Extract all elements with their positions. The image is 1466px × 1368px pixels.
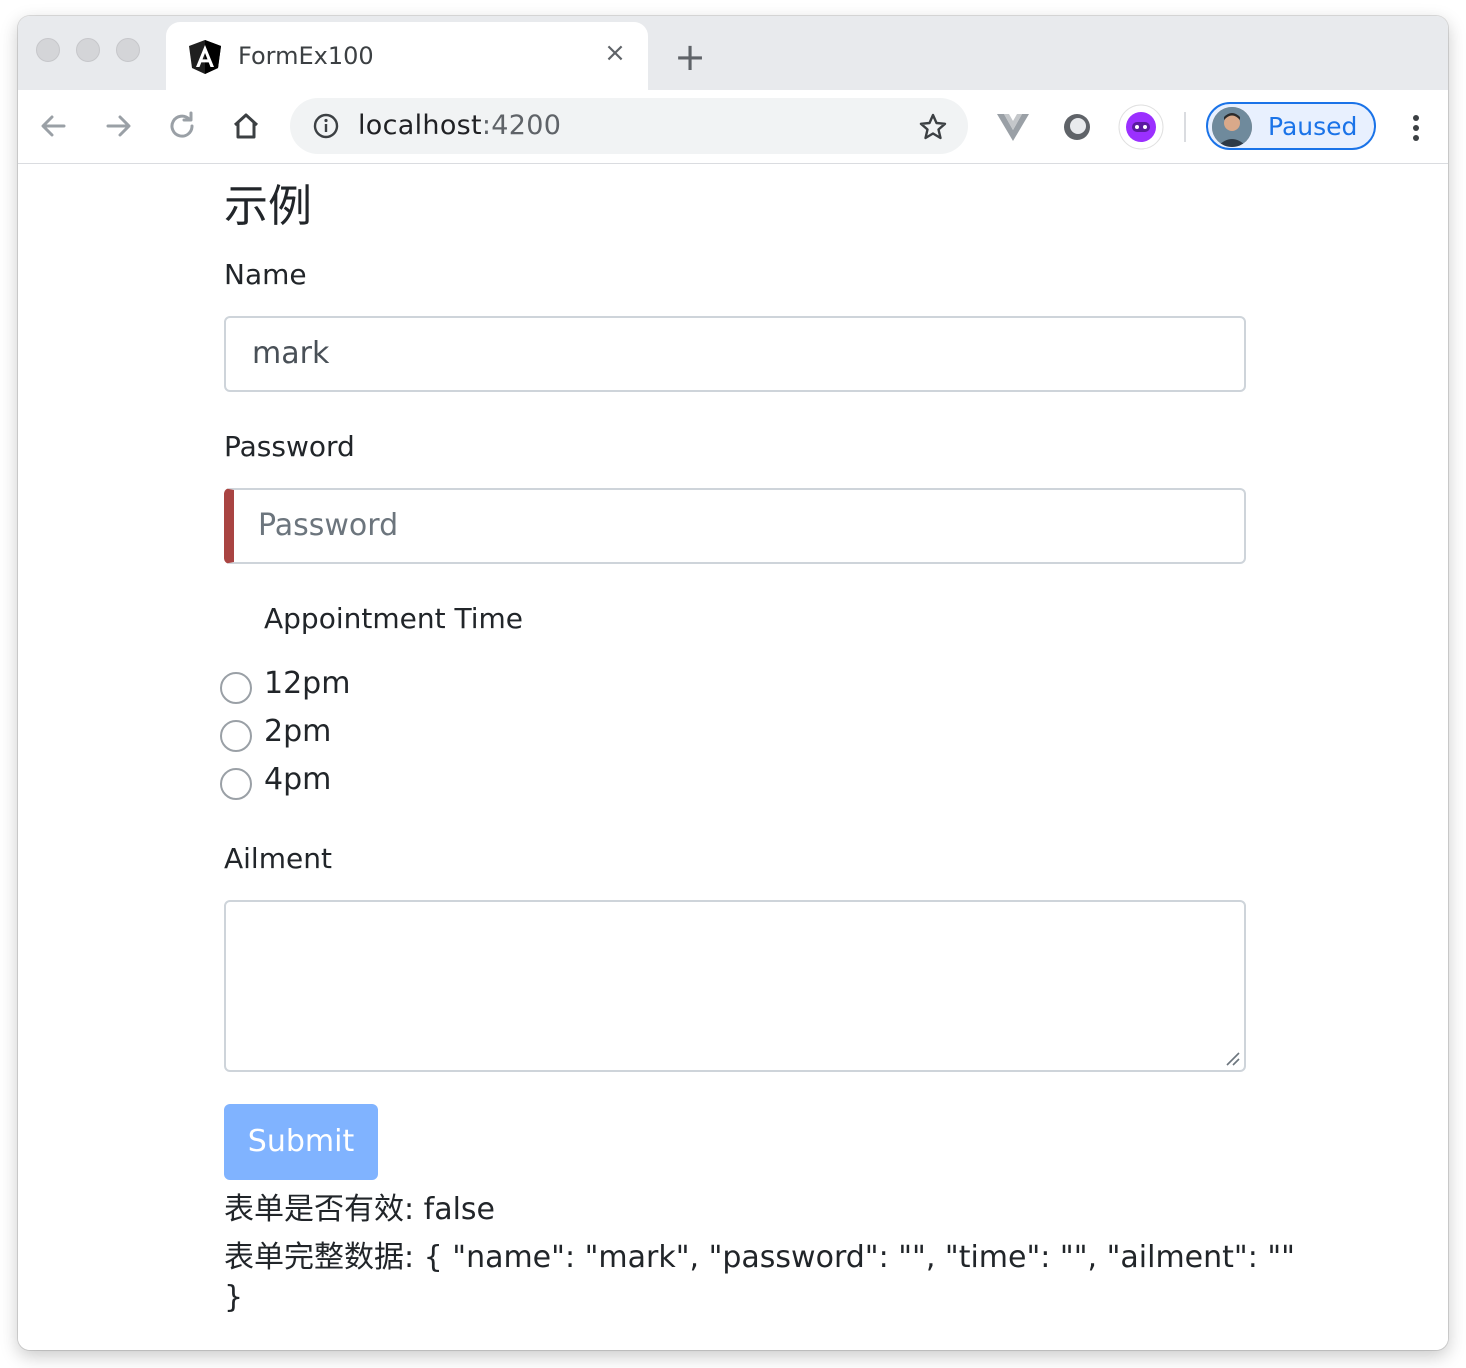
ailment-textarea[interactable] — [224, 900, 1246, 1072]
tab-formex100[interactable]: FormEx100 × — [166, 22, 648, 92]
address-bar[interactable]: localhost:4200 — [290, 98, 968, 154]
password-placeholder: Password — [258, 508, 399, 543]
form-data-json-closing: } — [224, 1280, 244, 1315]
browser-toolbar: localhost:4200 Paused — [18, 90, 1448, 164]
bookmark-star-icon[interactable] — [918, 112, 948, 142]
new-tab-button[interactable]: + — [670, 38, 710, 78]
submit-button[interactable]: Submit — [224, 1104, 378, 1180]
tab-strip: FormEx100 × + — [18, 16, 1448, 92]
form-valid-status: 表单是否有效: false — [224, 1192, 496, 1227]
forward-arrow-icon[interactable] — [98, 106, 138, 146]
form-data-json: 表单完整数据: { "name": "mark", "password": ""… — [224, 1240, 1295, 1275]
ailment-label: Ailment — [224, 842, 332, 875]
toolbar-divider — [1184, 112, 1186, 142]
radio-button[interactable] — [220, 672, 252, 704]
tab-title: FormEx100 — [238, 42, 374, 70]
vue-devtools-extension-icon[interactable] — [994, 108, 1032, 146]
back-arrow-icon[interactable] — [34, 106, 74, 146]
window-close-dot[interactable] — [36, 38, 60, 62]
password-label: Password — [224, 430, 355, 463]
name-input-value: mark — [252, 336, 330, 371]
purple-robot-extension-icon[interactable] — [1118, 104, 1164, 150]
home-icon[interactable] — [226, 106, 266, 146]
password-input[interactable]: Password — [224, 488, 1246, 564]
page-title: 示例 — [224, 181, 312, 232]
name-label: Name — [224, 258, 307, 291]
profile-status-label: Paused — [1268, 112, 1358, 141]
person-avatar-icon — [1212, 107, 1252, 147]
browser-window: FormEx100 × + localhost:4200 Paused 示例 N… — [18, 16, 1448, 1350]
info-icon[interactable] — [312, 112, 340, 140]
page-viewport: 示例 Name mark Password Password Appointme… — [18, 164, 1448, 1350]
radio-label: 2pm — [264, 714, 332, 749]
window-minimize-dot[interactable] — [76, 38, 100, 62]
name-input[interactable]: mark — [224, 316, 1246, 392]
appointment-time-label: Appointment Time — [264, 602, 523, 635]
angular-logo-icon — [189, 40, 221, 74]
url-text[interactable]: localhost:4200 — [358, 110, 561, 141]
ring-extension-icon[interactable] — [1058, 108, 1096, 146]
profile-button[interactable]: Paused — [1206, 102, 1376, 150]
reload-icon[interactable] — [162, 106, 202, 146]
radio-label: 12pm — [264, 666, 351, 701]
tab-close-icon[interactable]: × — [600, 38, 630, 68]
window-zoom-dot[interactable] — [116, 38, 140, 62]
avatar — [1212, 107, 1252, 147]
resize-grip-icon[interactable] — [1224, 1050, 1240, 1066]
radio-button[interactable] — [220, 768, 252, 800]
kebab-menu-icon[interactable] — [1398, 110, 1434, 146]
radio-label: 4pm — [264, 762, 332, 797]
radio-button[interactable] — [220, 720, 252, 752]
